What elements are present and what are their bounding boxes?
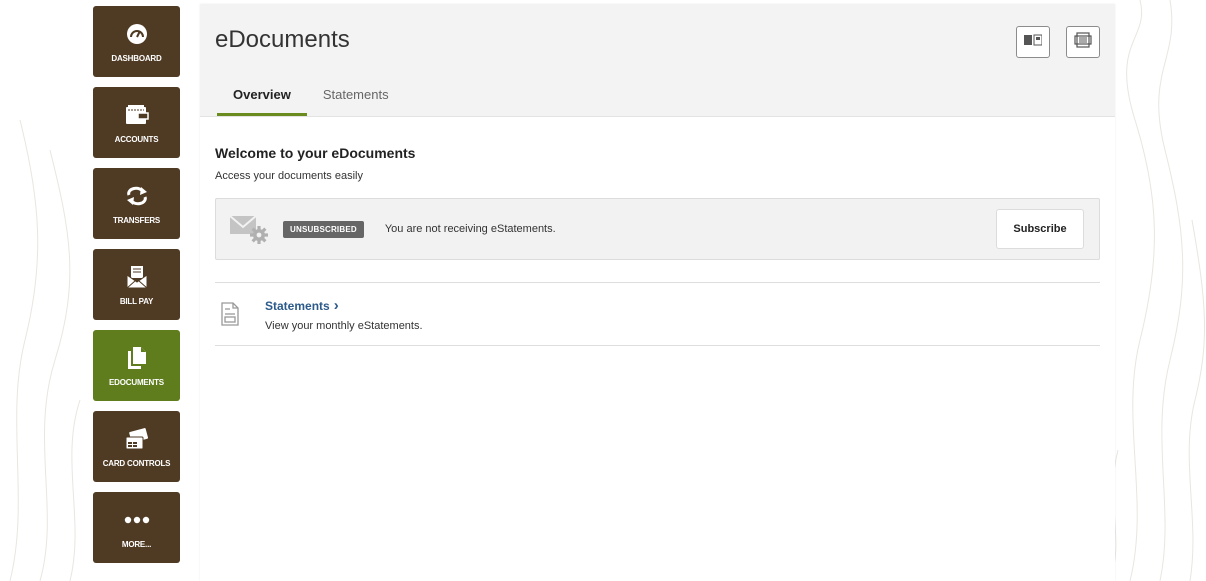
bill-envelope-icon xyxy=(122,263,152,291)
sidebar-item-bill-pay[interactable]: BILL PAY xyxy=(93,249,180,320)
statements-description: View your monthly eStatements. xyxy=(265,319,423,332)
sidebar-item-dashboard[interactable]: DASHBOARD xyxy=(93,6,180,77)
print-button[interactable] xyxy=(1066,26,1100,58)
sidebar-item-edocuments[interactable]: EDOCUMENTS xyxy=(93,330,180,401)
subscribe-button[interactable]: Subscribe xyxy=(996,209,1084,249)
sidebar-item-label: TRANSFERS xyxy=(112,216,161,225)
sidebar-item-label: BILL PAY xyxy=(119,297,154,306)
sidebar-nav: DASHBOARD ACCOUNTS TRANSFERS BILL PAY ED… xyxy=(93,6,180,573)
status-badge: UNSUBSCRIBED xyxy=(283,220,364,238)
sidebar-item-label: DASHBOARD xyxy=(111,54,162,63)
statements-list-item: Statements › View your monthly eStatemen… xyxy=(215,282,1100,346)
panel-header: eDocuments Overview Statements xyxy=(200,4,1115,117)
transfer-arrows-icon xyxy=(122,182,152,210)
tab-bar: Overview Statements xyxy=(217,87,405,116)
sidebar-item-card-controls[interactable]: CARD CONTROLS xyxy=(93,411,180,482)
subscription-banner: UNSUBSCRIBED You are not receiving eStat… xyxy=(215,198,1100,260)
tab-statements[interactable]: Statements xyxy=(307,87,405,116)
documents-icon xyxy=(122,344,152,372)
sidebar-item-accounts[interactable]: ACCOUNTS xyxy=(93,87,180,158)
sidebar-item-transfers[interactable]: TRANSFERS xyxy=(93,168,180,239)
layout-columns-icon xyxy=(1024,33,1043,51)
overview-content: Welcome to your eDocuments Access your d… xyxy=(200,145,1115,346)
sidebar-item-label: MORE... xyxy=(121,540,152,549)
sidebar-item-label: ACCOUNTS xyxy=(114,135,159,144)
sidebar-item-more[interactable]: MORE... xyxy=(93,492,180,563)
layout-toggle-button[interactable] xyxy=(1016,26,1050,58)
chevron-right-icon: › xyxy=(333,296,339,314)
page-title: eDocuments xyxy=(215,26,350,53)
statements-text: Statements › View your monthly eStatemen… xyxy=(265,297,423,332)
sidebar-item-label: EDOCUMENTS xyxy=(109,378,164,387)
document-icon xyxy=(221,302,239,326)
statements-link[interactable]: Statements › xyxy=(265,296,339,314)
subscription-message: You are not receiving eStatements. xyxy=(384,223,556,235)
statements-link-label: Statements xyxy=(265,298,330,313)
welcome-subtitle: Access your documents easily xyxy=(215,170,363,182)
welcome-title: Welcome to your eDocuments xyxy=(215,145,416,161)
wallet-icon xyxy=(122,101,152,129)
more-dots-icon xyxy=(122,506,152,534)
tab-overview[interactable]: Overview xyxy=(217,87,307,116)
card-controls-icon xyxy=(122,425,152,453)
sidebar-item-label: CARD CONTROLS xyxy=(102,459,171,468)
print-preview-icon xyxy=(1074,31,1092,53)
dashboard-gauge-icon xyxy=(122,20,152,48)
main-panel: eDocuments Overview Statements Welcome t… xyxy=(200,4,1115,581)
mail-settings-icon xyxy=(229,213,271,245)
